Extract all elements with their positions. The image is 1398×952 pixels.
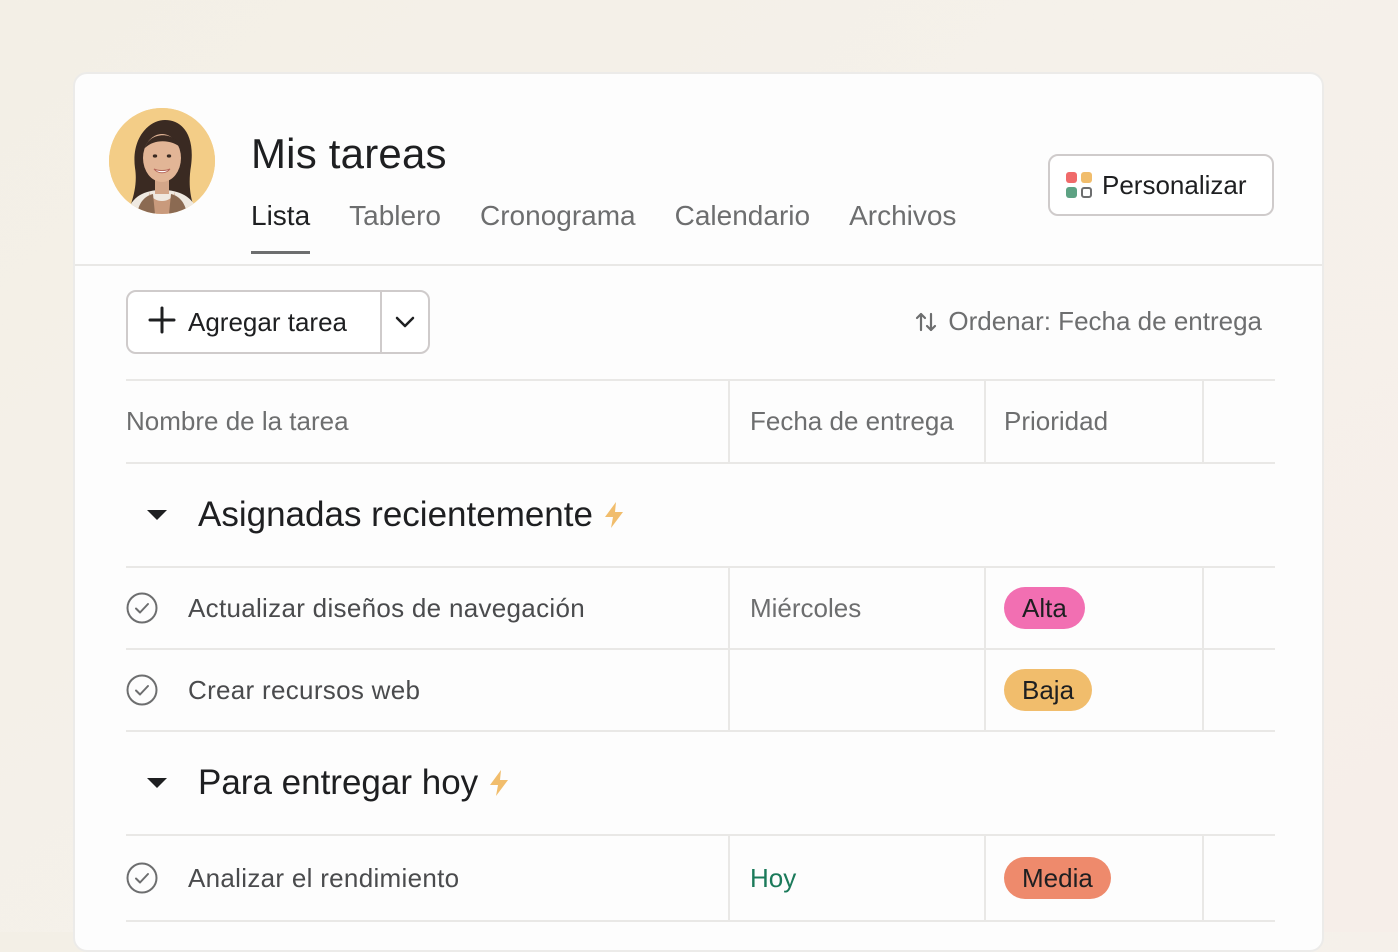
priority-badge[interactable]: Baja [1004, 669, 1093, 711]
avatar-portrait-image [109, 108, 215, 214]
column-header-priority[interactable]: Prioridad [986, 381, 1204, 462]
chevron-down-icon [395, 316, 415, 328]
complete-checkmark-icon[interactable] [126, 592, 158, 624]
lightning-bolt-icon [603, 501, 625, 529]
due-date[interactable]: Miércoles [750, 593, 861, 624]
section-title: Asignadas recientemente [198, 495, 593, 534]
add-task-dropdown-button[interactable] [382, 292, 428, 352]
table-row[interactable]: Crear recursos web Baja [126, 650, 1275, 732]
section-header-due-today: Para entregar hoy [126, 732, 1275, 836]
sort-label: Ordenar: Fecha de entrega [948, 306, 1262, 336]
my-tasks-card: Mis tareas Lista Tablero Cronograma Cale… [73, 72, 1324, 952]
section-header-recently-assigned: Asignadas recientemente [126, 464, 1275, 568]
column-header-name[interactable]: Nombre de la tarea [126, 381, 730, 462]
table-header-row: Nombre de la tarea Fecha de entrega Prio… [126, 379, 1275, 464]
add-task-label: Agregar tarea [188, 306, 347, 337]
add-task-split-button: Agregar tarea [126, 290, 430, 354]
complete-checkmark-icon[interactable] [126, 862, 158, 894]
customize-button-label: Personalizar [1102, 169, 1247, 200]
lightning-bolt-icon [488, 769, 510, 797]
section-title: Para entregar hoy [198, 763, 479, 802]
sort-control[interactable]: Ordenar: Fecha de entrega [914, 306, 1262, 337]
tab-cronograma[interactable]: Cronograma [480, 200, 636, 254]
tab-lista[interactable]: Lista [251, 200, 311, 254]
user-avatar[interactable] [109, 108, 215, 214]
add-task-button[interactable]: Agregar tarea [128, 292, 382, 352]
tab-calendario[interactable]: Calendario [675, 200, 810, 254]
sort-arrows-icon [916, 312, 937, 331]
table-row[interactable]: Actualizar diseños de navegación Miércol… [126, 568, 1275, 650]
task-name[interactable]: Analizar el rendimiento [188, 863, 459, 894]
column-header-due-date[interactable]: Fecha de entrega [730, 381, 986, 462]
task-table: Nombre de la tarea Fecha de entrega Prio… [126, 379, 1275, 922]
priority-badge[interactable]: Media [1004, 857, 1111, 899]
column-header-extra [1204, 381, 1275, 462]
plus-icon [148, 304, 176, 340]
tab-tablero[interactable]: Tablero [349, 200, 441, 254]
page-header: Mis tareas Lista Tablero Cronograma Cale… [75, 74, 1322, 266]
tab-archivos[interactable]: Archivos [849, 200, 956, 254]
table-row[interactable]: Analizar el rendimiento Hoy Media [126, 836, 1275, 922]
view-tabs: Lista Tablero Cronograma Calendario Arch… [251, 200, 995, 254]
page-title: Mis tareas [251, 130, 447, 177]
complete-checkmark-icon[interactable] [126, 674, 158, 706]
task-name[interactable]: Actualizar diseños de navegación [188, 593, 585, 624]
task-name[interactable]: Crear recursos web [188, 675, 420, 706]
customize-button[interactable]: Personalizar [1048, 154, 1274, 216]
collapse-caret-icon[interactable] [146, 508, 168, 522]
customize-grid-icon [1066, 172, 1092, 198]
collapse-caret-icon[interactable] [146, 776, 168, 790]
priority-badge[interactable]: Alta [1004, 587, 1085, 629]
due-date[interactable]: Hoy [750, 863, 796, 894]
